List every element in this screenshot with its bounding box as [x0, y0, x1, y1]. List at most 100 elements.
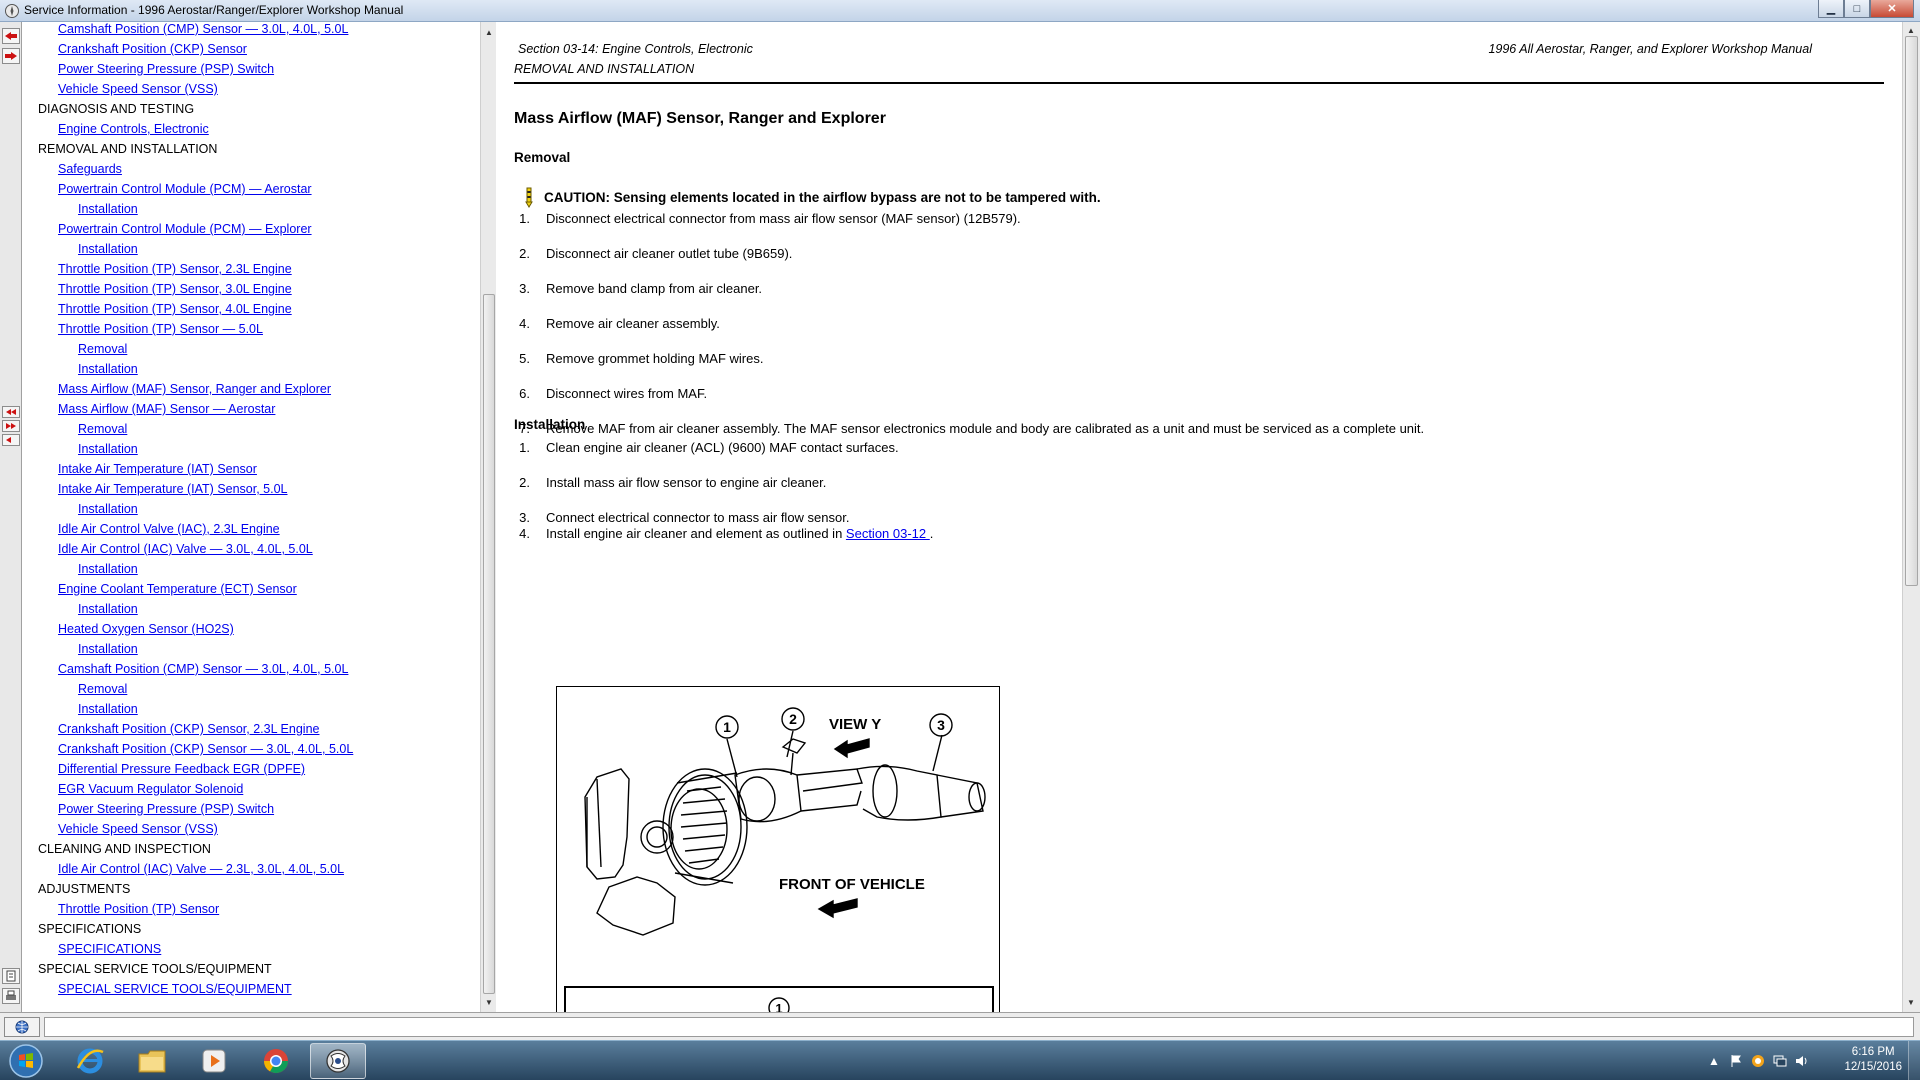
clock-date: 12/15/2016 [1844, 1061, 1902, 1073]
toc-link[interactable]: Idle Air Control Valve (IAC), 2.3L Engin… [58, 522, 280, 537]
step-number: 1. [519, 440, 530, 455]
header-rule [514, 82, 1884, 84]
toc-link[interactable]: Crankshaft Position (CKP) Sensor, 2.3L E… [58, 722, 319, 737]
minimize-button[interactable]: ▁ [1818, 0, 1844, 18]
update-icon[interactable] [1750, 1053, 1766, 1069]
toc-link[interactable]: Vehicle Speed Sensor (VSS) [58, 82, 218, 97]
view-y-label: VIEW Y [829, 716, 881, 733]
toc-link[interactable]: Vehicle Speed Sensor (VSS) [58, 822, 218, 837]
taskbar-service-info[interactable] [310, 1043, 366, 1079]
scroll-up-icon[interactable]: ▲ [481, 24, 497, 40]
show-desktop-button[interactable] [1908, 1041, 1920, 1081]
media-player-icon [202, 1049, 226, 1073]
step-text: Connect electrical connector to mass air… [546, 510, 850, 525]
globe-button[interactable] [4, 1017, 40, 1037]
sync-icon[interactable] [2, 434, 20, 446]
toc-link[interactable]: Throttle Position (TP) Sensor, 2.3L Engi… [58, 262, 292, 277]
doc-scroll-down-icon[interactable]: ▼ [1903, 994, 1919, 1010]
start-button[interactable] [4, 1042, 48, 1080]
nav-back-icon[interactable] [2, 28, 20, 44]
network-icon[interactable] [1772, 1053, 1788, 1069]
toc-link[interactable]: Installation [78, 202, 138, 217]
toc-link[interactable]: Installation [78, 362, 138, 377]
toc-link[interactable]: Installation [78, 442, 138, 457]
toc-link[interactable]: Power Steering Pressure (PSP) Switch [58, 62, 274, 77]
toc-link[interactable]: Camshaft Position (CMP) Sensor — 3.0L, 4… [58, 22, 348, 37]
toc-link[interactable]: Installation [78, 642, 138, 657]
toc-link[interactable]: Power Steering Pressure (PSP) Switch [58, 802, 274, 817]
toc-link[interactable]: Installation [78, 602, 138, 617]
toc-link[interactable]: Powertrain Control Module (PCM) — Aerost… [58, 182, 312, 197]
action-center-flag-icon[interactable] [1728, 1053, 1744, 1069]
volume-icon[interactable] [1794, 1053, 1810, 1069]
install-step-4: 4. Install engine air cleaner and elemen… [510, 526, 1410, 542]
toc-section-heading: CLEANING AND INSPECTION [38, 842, 211, 856]
toc-link[interactable]: Throttle Position (TP) Sensor, 3.0L Engi… [58, 282, 292, 297]
document-scrollbar[interactable]: ▲ ▼ [1902, 22, 1920, 1012]
step-text: Remove grommet holding MAF wires. [546, 351, 764, 366]
section-header: Section 03-14: Engine Controls, Electron… [518, 42, 753, 56]
toc-link[interactable]: Heated Oxygen Sensor (HO2S) [58, 622, 234, 637]
toc-link[interactable]: Throttle Position (TP) Sensor, 4.0L Engi… [58, 302, 292, 317]
scroll-down-icon[interactable]: ▼ [481, 994, 497, 1010]
toc-link[interactable]: Safeguards [58, 162, 122, 177]
taskbar-file-explorer[interactable] [124, 1043, 180, 1079]
toc-link[interactable]: Idle Air Control (IAC) Valve — 2.3L, 3.0… [58, 862, 344, 877]
window-titlebar[interactable]: Service Information - 1996 Aerostar/Rang… [0, 0, 1920, 22]
taskbar-internet-explorer[interactable] [62, 1043, 118, 1079]
step-text: Remove MAF from air cleaner assembly. Th… [546, 421, 1425, 436]
toc-link[interactable]: Installation [78, 502, 138, 517]
document-scroll-thumb[interactable] [1905, 36, 1918, 586]
step-text: Disconnect air cleaner outlet tube (9B65… [546, 246, 793, 261]
removal-heading: Removal [514, 150, 571, 165]
toc-link[interactable]: Removal [78, 682, 127, 697]
taskbar-media-player[interactable] [186, 1043, 242, 1079]
toc-link[interactable]: EGR Vacuum Regulator Solenoid [58, 782, 243, 797]
step-number: 4. [519, 316, 530, 331]
toc-link[interactable]: Removal [78, 342, 127, 357]
toc-link[interactable]: Throttle Position (TP) Sensor [58, 902, 219, 917]
toc-link[interactable]: Crankshaft Position (CKP) Sensor — 3.0L,… [58, 742, 353, 757]
close-button[interactable]: ✕ [1870, 0, 1914, 18]
toc-link[interactable]: Engine Controls, Electronic [58, 122, 209, 137]
print-icon[interactable] [2, 988, 20, 1004]
front-of-vehicle-label: FRONT OF VEHICLE [779, 876, 925, 893]
toc-link[interactable]: Installation [78, 562, 138, 577]
folder-icon [138, 1050, 166, 1073]
collapse-icon[interactable] [2, 420, 20, 432]
subsection-header: REMOVAL AND INSTALLATION [514, 62, 695, 76]
status-field[interactable] [44, 1017, 1914, 1037]
caution-notice: CAUTION: Sensing elements located in the… [524, 186, 1101, 208]
toc-link[interactable]: Engine Coolant Temperature (ECT) Sensor [58, 582, 297, 597]
maximize-button[interactable]: □ [1844, 0, 1870, 18]
removal-step: 3. Remove band clamp from air cleaner. [510, 281, 1890, 297]
toc-scrollbar[interactable]: ▲ ▼ [480, 22, 496, 1012]
toc-link[interactable]: Intake Air Temperature (IAT) Sensor [58, 462, 257, 477]
toc-link[interactable]: Camshaft Position (CMP) Sensor — 3.0L, 4… [58, 662, 348, 677]
step-number: 3. [519, 281, 530, 296]
toc-scroll-thumb[interactable] [483, 294, 495, 994]
toc-link[interactable]: Differential Pressure Feedback EGR (DPFE… [58, 762, 305, 777]
toc-link[interactable]: Powertrain Control Module (PCM) — Explor… [58, 222, 312, 237]
bookmark-icon[interactable] [2, 968, 20, 984]
install-step: 1. Clean engine air cleaner (ACL) (9600) … [510, 440, 1890, 456]
system-clock[interactable]: 6:16 PM 12/15/2016 [1844, 1045, 1902, 1075]
toc-link[interactable]: Idle Air Control (IAC) Valve — 3.0L, 4.0… [58, 542, 313, 557]
section-03-12-link[interactable]: Section 03-12 [846, 526, 930, 541]
toc-link[interactable]: SPECIAL SERVICE TOOLS/EQUIPMENT [58, 982, 292, 997]
toc-link[interactable]: Mass Airflow (MAF) Sensor, Ranger and Ex… [58, 382, 331, 397]
install-step: 3. Connect electrical connector to mass a… [510, 510, 1890, 526]
toc-link[interactable]: Mass Airflow (MAF) Sensor — Aerostar [58, 402, 275, 417]
toc-link[interactable]: Installation [78, 702, 138, 717]
nav-forward-icon[interactable] [2, 48, 20, 64]
toc-link[interactable]: Intake Air Temperature (IAT) Sensor, 5.0… [58, 482, 288, 497]
expand-icon[interactable] [2, 406, 20, 418]
show-hidden-icons[interactable]: ▲ [1706, 1053, 1722, 1069]
toc-link[interactable]: Throttle Position (TP) Sensor — 5.0L [58, 322, 263, 337]
toc-link[interactable]: SPECIFICATIONS [58, 942, 161, 957]
toc-link[interactable]: Installation [78, 242, 138, 257]
system-tray: ▲ 6:16 PM 12/15/2016 [1700, 1041, 1920, 1081]
toc-link[interactable]: Removal [78, 422, 127, 437]
toc-link[interactable]: Crankshaft Position (CKP) Sensor [58, 42, 247, 57]
taskbar-chrome[interactable] [248, 1043, 304, 1079]
